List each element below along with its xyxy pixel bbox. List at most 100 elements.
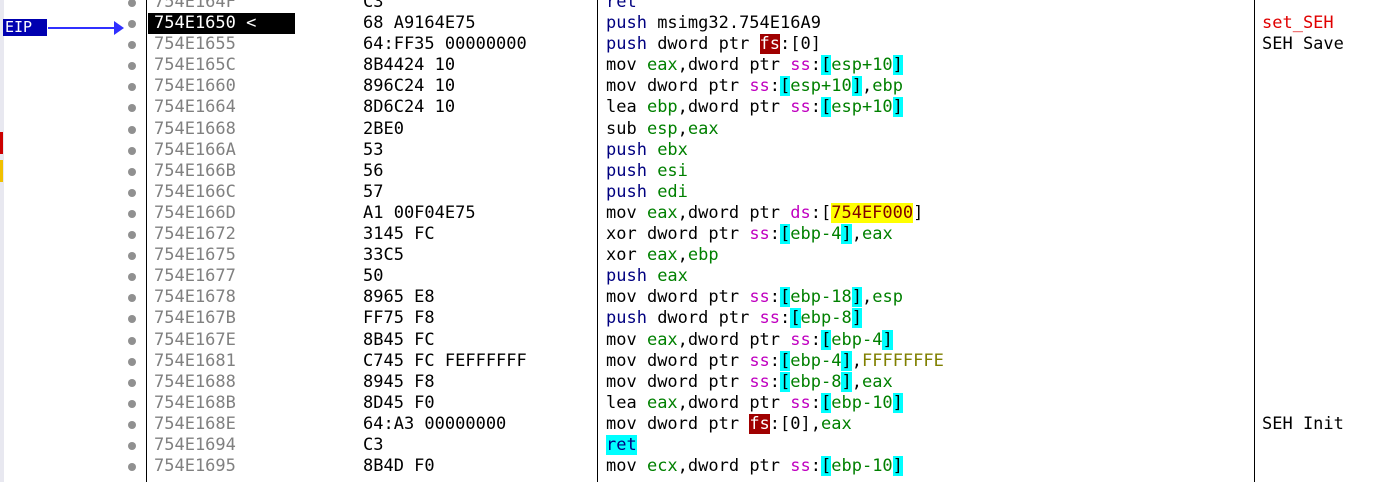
instruction-disassembly: lea ebp,dword ptr ss:[esp+10] [606,97,903,118]
breakpoint-dot-icon[interactable] [128,0,136,7]
breakpoint-dot-icon[interactable] [128,420,136,429]
instruction-disassembly: push dword ptr fs:[0] [606,34,821,55]
instruction-comment: SEH Init [1262,413,1344,434]
asm-token: [ [780,224,791,245]
asm-token: , [677,245,688,266]
instruction-bytes: 68 A9164E75 [363,13,476,34]
instruction-row[interactable]: 754E168E 64:A3 00000000 mov dword ptr fs:[… [0,413,1382,435]
asm-token: eax [646,329,678,350]
asm-token: esp [646,118,678,139]
breakpoint-dot-icon[interactable] [128,273,136,282]
asm-token: ,dword ptr [677,456,791,477]
asm-token: push [606,266,658,287]
breakpoint-dot-icon[interactable] [128,357,136,366]
asm-token: mov [606,55,647,76]
asm-token: eax [861,371,893,392]
instruction-row[interactable]: 754E1664 8D6C24 10 lea ebp,dword ptr ss:[e… [0,97,1382,118]
asm-token: [ [821,97,832,118]
instruction-bytes: 64:A3 00000000 [363,413,507,434]
instruction-disassembly: sub esp,eax [606,119,719,140]
asm-token: FFFFFFFE [861,350,944,371]
asm-token: edi [657,181,688,202]
asm-token: : [810,55,821,76]
breakpoint-dot-icon[interactable] [128,104,136,113]
instruction-row[interactable]: 754E1675 33C5 xor eax,ebp [0,245,1382,266]
breakpoint-dot-icon[interactable] [128,252,136,261]
instruction-row[interactable]: 754E164F C3 ret [0,0,1382,13]
breakpoint-dot-icon[interactable] [128,441,136,450]
instruction-bytes: 2BE0 [363,118,404,139]
asm-token: push [606,139,658,160]
breakpoint-dot-icon[interactable] [128,294,136,303]
instruction-bytes: 896C24 10 [363,76,456,97]
disassembly-view[interactable]: 754E164F C3 ret 754E1650 < 68 A9164E75 push m… [0,0,1382,482]
instruction-disassembly: mov dword ptr fs:[0],eax [606,413,852,435]
instruction-address: 754E165C [154,55,236,76]
instruction-address: 754E1675 [154,245,236,266]
asm-token: ] [913,202,924,223]
instruction-disassembly: push msimg32.754E16A9 [606,13,821,34]
breakpoint-dot-icon[interactable] [128,41,136,50]
breakpoint-dot-icon[interactable] [128,20,136,29]
breakpoint-dot-icon[interactable] [128,315,136,324]
asm-token: ] [892,456,903,477]
instruction-bytes: 57 [363,181,384,202]
breakpoint-dot-icon[interactable] [128,83,136,92]
asm-token: [ [790,308,801,329]
instruction-row[interactable]: 754E1695 8B4D F0 mov ecx,dword ptr ss:[ebp… [0,456,1382,477]
instruction-row[interactable]: 754E166D A1 00F04E75 mov eax,dword ptr ds:… [0,202,1382,224]
asm-token: ebp-4 [790,350,842,371]
asm-token: ecx [646,456,678,477]
breakpoint-dot-icon[interactable] [128,188,136,197]
instruction-row[interactable]: 754E166B 56 push esi [0,161,1382,182]
instruction-comment: SEH Save [1262,34,1344,55]
asm-token: : [810,392,821,413]
eip-label: EIP [3,19,47,36]
asm-token: dword ptr [646,371,750,392]
breakpoint-dot-icon[interactable] [128,62,136,71]
instruction-row[interactable]: 754E1681 C745 FC FEFFFFFF mov dword ptr ss… [0,350,1382,372]
instruction-row[interactable]: 754E1655 64:FF35 00000000 push dword ptr f… [0,34,1382,55]
instruction-row[interactable]: 754E168B 8D45 F0 lea eax,dword ptr ss:[ebp… [0,392,1382,414]
asm-token: ,dword ptr [677,392,791,413]
instruction-address: 754E168E [154,413,236,434]
breakpoint-dot-icon[interactable] [128,378,136,387]
breakpoint-dot-icon[interactable] [128,167,136,176]
instruction-row[interactable]: 754E1650 < 68 A9164E75 push msimg32.754E16… [0,13,1382,35]
breakpoint-dot-icon[interactable] [128,125,136,134]
breakpoint-dot-icon[interactable] [128,463,136,472]
instruction-row[interactable]: 754E1678 8965 E8 mov dword ptr ss:[ebp-18]… [0,287,1382,308]
breakpoint-dot-icon[interactable] [128,209,136,218]
asm-token: , [861,287,873,308]
instruction-comment: set_SEH [1262,13,1334,34]
asm-token: [ [780,76,791,97]
breakpoint-dot-icon[interactable] [128,399,136,408]
instruction-row[interactable]: 754E1672 3145 FC xor dword ptr ss:[ebp-4],… [0,224,1382,245]
instruction-row[interactable]: 754E166C 57 push edi [0,182,1382,203]
breakpoint-dot-icon[interactable] [128,146,136,155]
asm-token: ebp [872,76,903,97]
instruction-row[interactable]: 754E1660 896C24 10 mov dword ptr ss:[esp+1… [0,76,1382,97]
instruction-bytes: FF75 F8 [363,308,435,329]
instruction-row[interactable]: 754E167E 8B45 FC mov eax,dword ptr ss:[ebp… [0,329,1382,351]
asm-token: mov [606,413,647,434]
instruction-row[interactable]: 754E1668 2BE0 sub esp,eax [0,119,1382,140]
instruction-address: 754E164F [154,0,236,12]
asm-token: dword ptr [646,413,750,434]
instruction-disassembly: push edi [606,182,688,203]
breakpoint-dot-icon[interactable] [128,231,136,240]
asm-token: dword ptr [646,350,750,371]
instruction-row[interactable]: 754E165C 8B4424 10 mov eax,dword ptr ss:[e… [0,55,1382,76]
asm-token: eax [687,118,719,139]
asm-token: push [606,13,658,34]
asm-token: ] [851,76,862,97]
instruction-row[interactable]: 754E1688 8945 F8 mov dword ptr ss:[ebp-8],… [0,371,1382,393]
instruction-address: 754E1655 [154,34,236,55]
asm-token: ss [790,97,811,118]
instruction-row[interactable]: 754E1677 50 push eax [0,266,1382,287]
instruction-row[interactable]: 754E1694 C3 ret [0,434,1382,456]
instruction-row[interactable]: 754E167B FF75 F8 push dword ptr ss:[ebp-8] [0,308,1382,329]
instruction-row[interactable]: 754E166A 53 push ebx [0,140,1382,161]
instruction-bytes: 8D45 F0 [363,392,435,413]
breakpoint-dot-icon[interactable] [128,336,136,345]
